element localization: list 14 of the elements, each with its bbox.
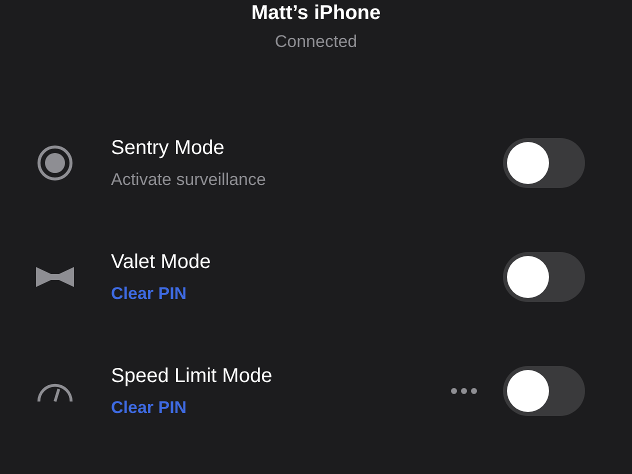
mode-title: Valet Mode [111, 250, 212, 274]
mode-description: Activate surveillance [111, 170, 267, 190]
toggle-switch[interactable] [503, 138, 585, 188]
toggle-switch[interactable] [503, 366, 585, 416]
bow-tie-icon [36, 267, 74, 287]
clear-pin-link[interactable]: Clear PIN [111, 398, 187, 418]
toggle-switch[interactable] [503, 252, 585, 302]
mode-title: Speed Limit Mode [111, 364, 274, 388]
record-icon [37, 145, 73, 181]
more-icon[interactable] [451, 388, 477, 394]
connection-status: Connected [274, 32, 358, 52]
clear-pin-link[interactable]: Clear PIN [111, 284, 187, 304]
mode-title: Sentry Mode [111, 136, 226, 160]
device-name: Matt’s iPhone [251, 1, 381, 25]
